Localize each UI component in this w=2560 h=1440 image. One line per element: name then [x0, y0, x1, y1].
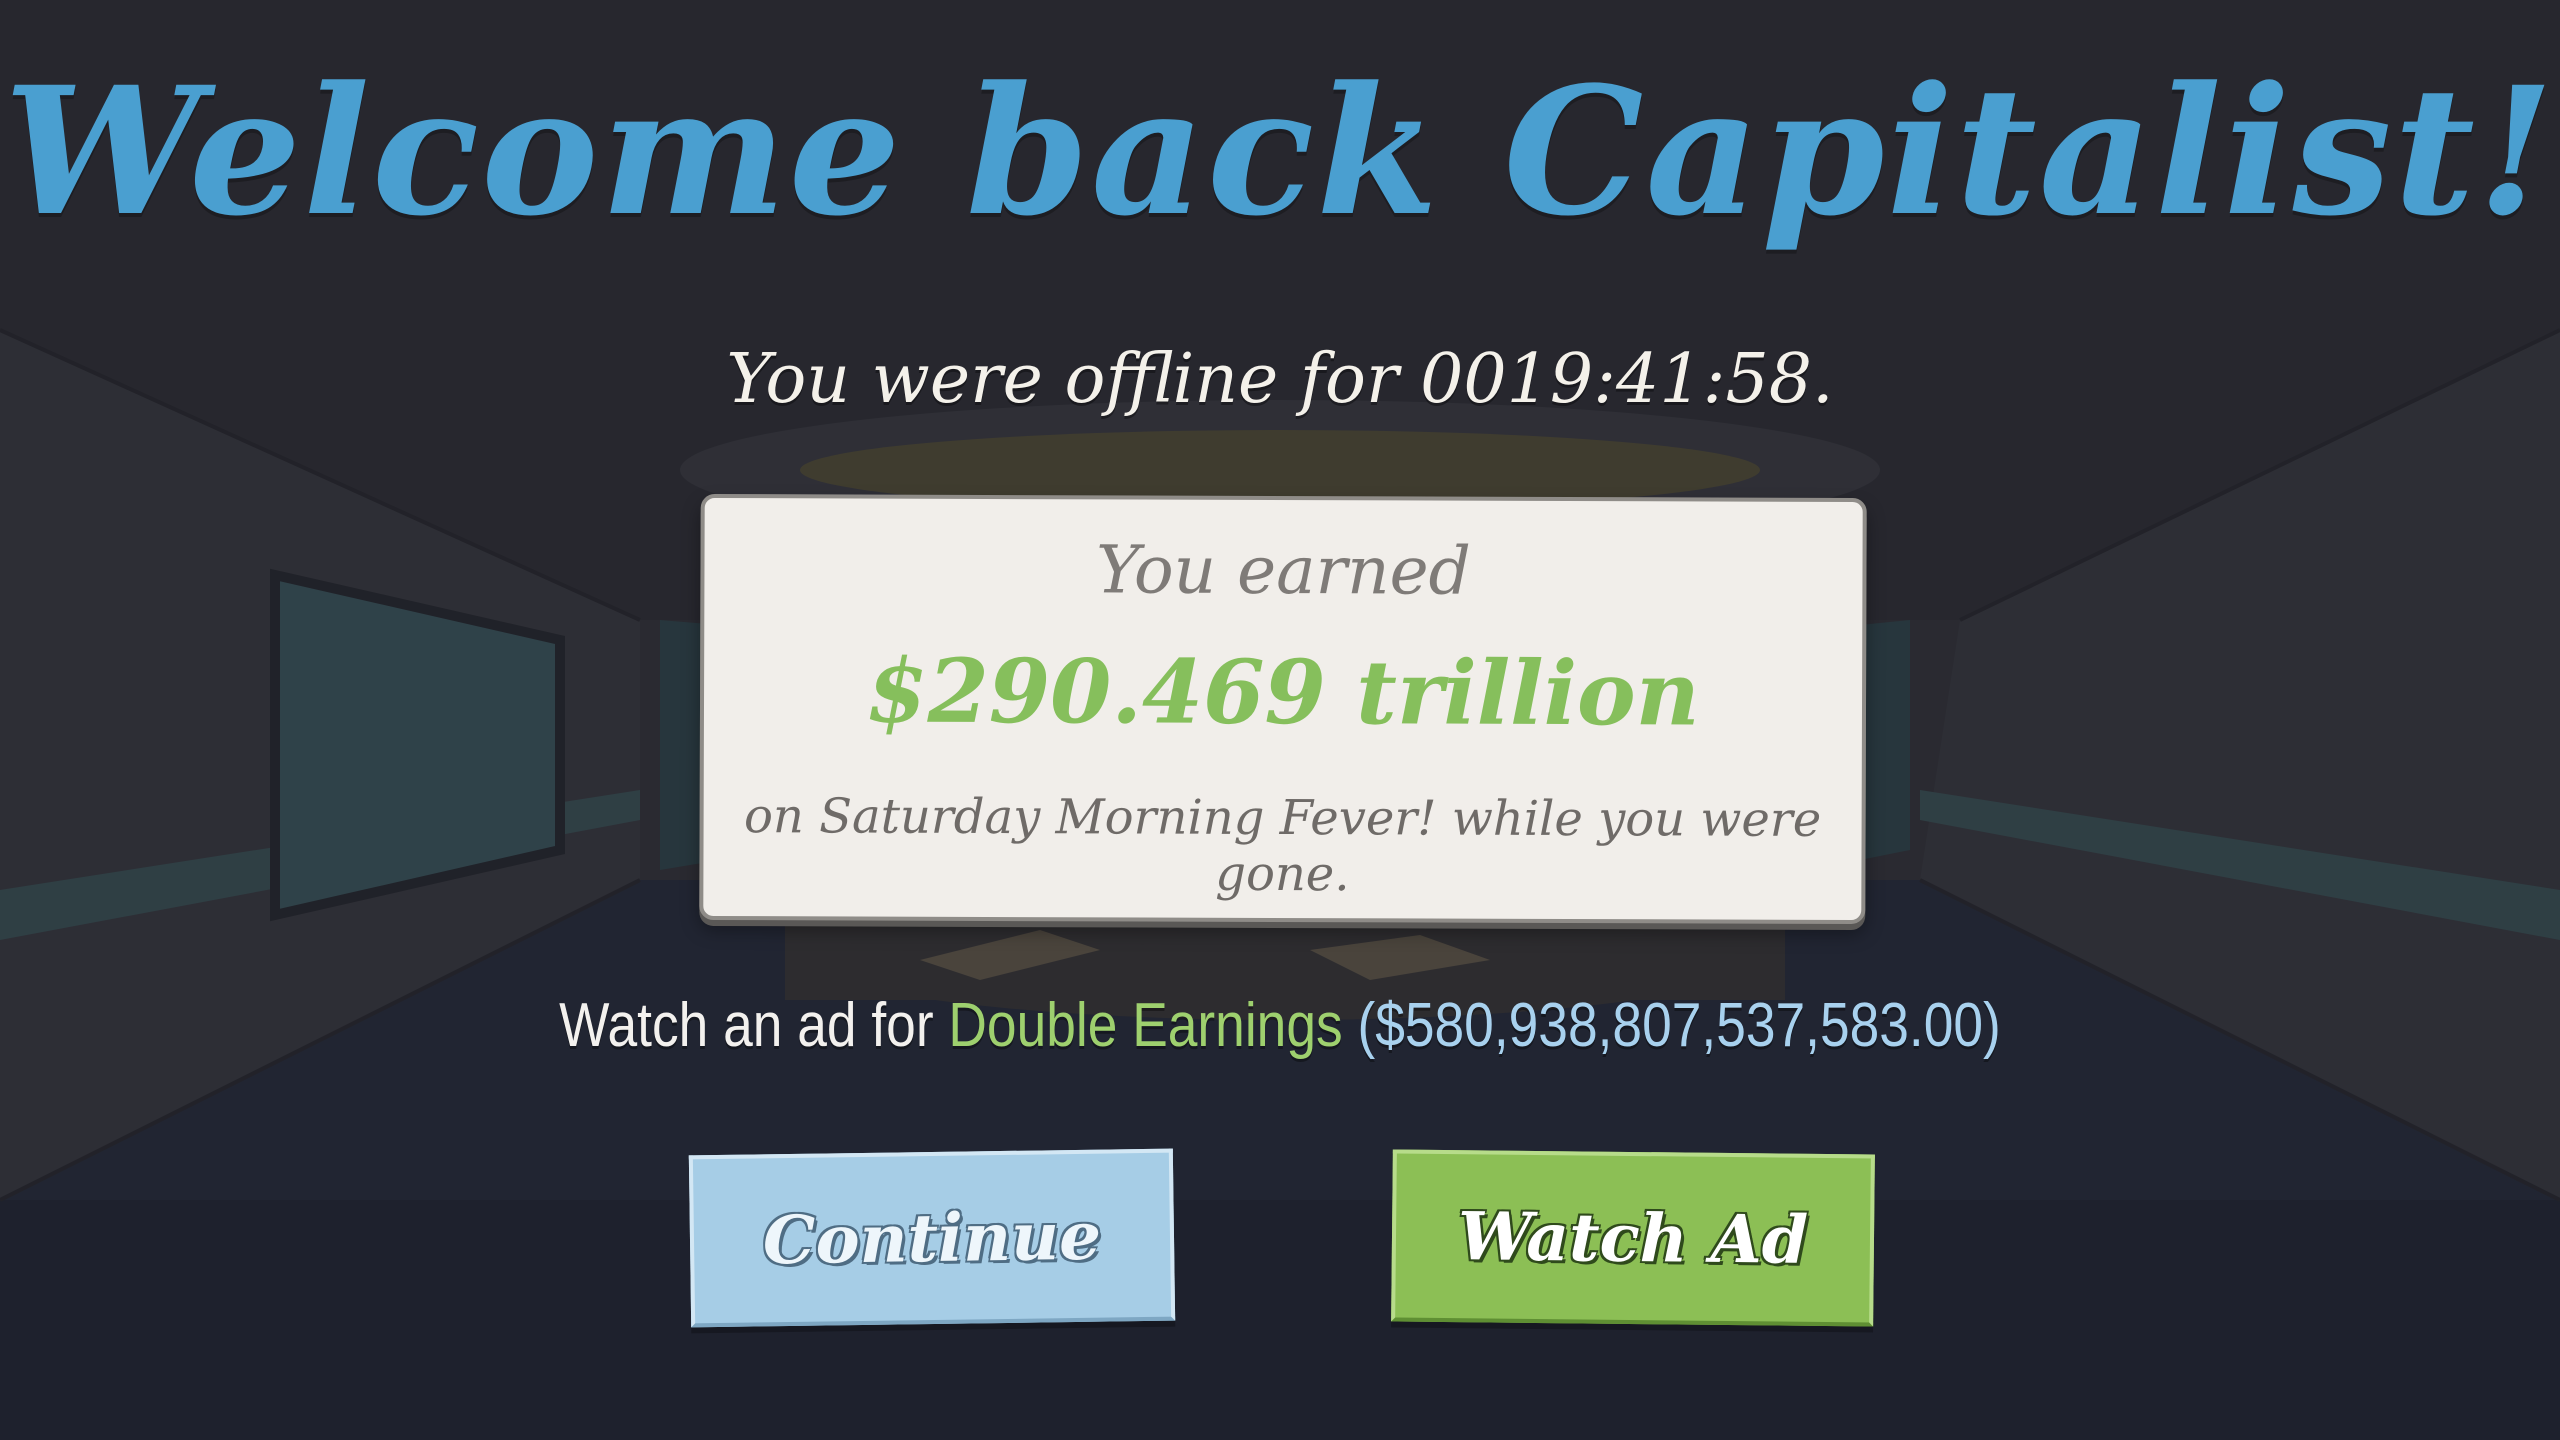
earned-label: You earned	[1095, 531, 1472, 610]
watch-ad-button[interactable]: Watch Ad	[1391, 1149, 1875, 1327]
game-screen: Welcome back Capitalist! You were offlin…	[0, 0, 2560, 1440]
ad-offer-prefix: Watch an ad for	[559, 991, 949, 1060]
earned-description: on Saturday Morning Fever! while you wer…	[743, 788, 1822, 903]
earnings-card: You earned $290.469 trillion on Saturday…	[699, 493, 1867, 925]
ad-offer-text: Watch an ad for Double Earnings ($580,93…	[179, 990, 2381, 1061]
continue-button[interactable]: Continue	[688, 1148, 1176, 1328]
earned-amount: $290.469 trillion	[866, 638, 1700, 746]
welcome-title: Welcome back Capitalist!	[3, 48, 2557, 255]
ad-offer-highlight: Double Earnings	[948, 991, 1343, 1060]
offline-duration-text: You were offline for 0019:41:58.	[726, 340, 1834, 419]
ad-offer-amount: ($580,938,807,537,583.00)	[1342, 991, 2001, 1060]
